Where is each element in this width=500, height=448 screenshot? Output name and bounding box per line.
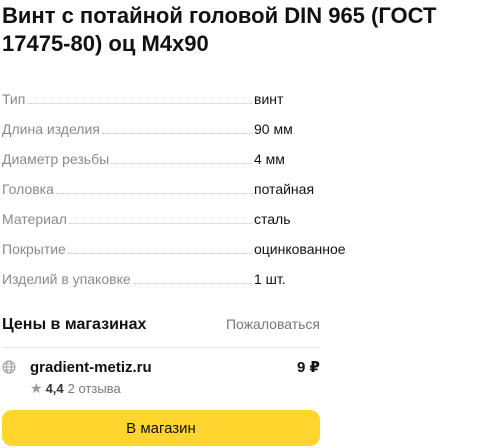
spec-label: Материал xyxy=(2,211,67,227)
product-title: Винт с потайной головой DIN 965 (ГОСТ 17… xyxy=(2,3,437,56)
spec-row: Головка потайная xyxy=(2,167,362,197)
dotted-leader xyxy=(67,253,252,254)
spec-row: Длина изделия 90 мм xyxy=(2,107,362,137)
complain-link[interactable]: Пожаловаться xyxy=(226,316,320,332)
spec-row: Изделий в упаковке 1 шт. xyxy=(2,257,362,287)
spec-row: Тип винт xyxy=(2,77,362,107)
spec-label: Изделий в упаковке xyxy=(2,271,131,287)
specs-list: Тип винт Длина изделия 90 мм Диаметр рез… xyxy=(2,77,362,287)
globe-icon xyxy=(2,360,16,374)
star-icon: ★ xyxy=(30,380,43,396)
spec-value: 90 мм xyxy=(254,121,293,137)
go-to-shop-button[interactable]: В магазин xyxy=(2,410,320,446)
dotted-leader xyxy=(55,193,252,194)
shop-name-link[interactable]: gradient-metiz.ru xyxy=(30,359,152,376)
spec-label: Тип xyxy=(2,91,26,107)
dotted-leader xyxy=(68,223,252,224)
divider xyxy=(2,347,320,348)
rating-value: 4,4 xyxy=(45,381,64,396)
spec-row: Диаметр резьбы 4 мм xyxy=(2,137,362,167)
spec-value: потайная xyxy=(254,181,315,197)
spec-row: Материал сталь xyxy=(2,197,362,227)
spec-value: винт xyxy=(254,91,284,107)
prices-header: Цены в магазинах Пожаловаться xyxy=(2,316,320,334)
spec-label: Диаметр резьбы xyxy=(2,151,110,167)
shop-rating: ★ 4,4 2 отзыва xyxy=(30,380,320,397)
dotted-leader xyxy=(101,133,252,134)
spec-value: 1 шт. xyxy=(254,271,286,287)
prices-title: Цены в магазинах xyxy=(2,316,147,333)
spec-label: Покрытие xyxy=(2,241,66,257)
spec-value: 4 мм xyxy=(254,151,285,167)
spec-label: Головка xyxy=(2,181,54,197)
spec-value: оцинкованное xyxy=(254,241,346,257)
spec-label: Длина изделия xyxy=(2,121,100,137)
dotted-leader xyxy=(132,283,252,284)
spec-value: сталь xyxy=(254,211,291,227)
dotted-leader xyxy=(111,163,252,164)
dotted-leader xyxy=(27,103,252,104)
spec-row: Покрытие оцинкованное xyxy=(2,227,362,257)
offer-price: 9 ₽ xyxy=(297,359,320,376)
reviews-link[interactable]: 2 отзыва xyxy=(68,381,121,396)
shop-offer: gradient-metiz.ru 9 ₽ ★ 4,4 2 отзыва xyxy=(2,358,320,397)
